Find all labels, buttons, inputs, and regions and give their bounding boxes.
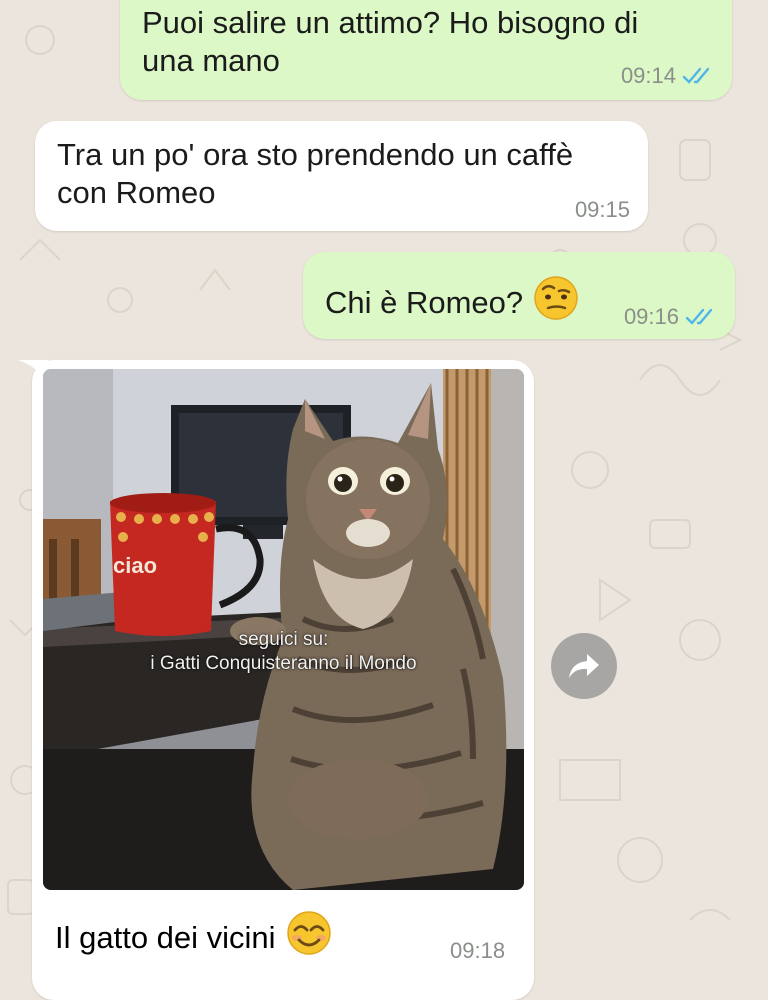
face-with-raised-eyebrow-icon (533, 275, 579, 330)
message-meta: 09:14 (621, 63, 714, 89)
message-meta: 09:16 (624, 304, 717, 330)
cat-photo[interactable]: ciao seguici su: i Gatti Conquisteranno … (43, 369, 524, 890)
message-meta: 09:15 (575, 197, 630, 223)
message-time: 09:15 (574, 197, 630, 222)
double-check-icon (685, 307, 717, 327)
message-text: Chi è Romeo? (325, 275, 579, 330)
message-bubble-incoming[interactable]: Tra un po' ora sto prendendo un caffè co… (35, 121, 648, 231)
image-caption: Il gatto dei vicini (55, 910, 332, 965)
mug-logo-text: ciao (113, 553, 157, 578)
forward-button[interactable] (551, 633, 617, 699)
double-check-icon (682, 66, 714, 86)
message-bubble-outgoing[interactable]: Puoi salire un attimo? Ho bisogno di una… (120, 0, 732, 100)
message-text: Puoi salire un attimo? Ho bisogno di una… (142, 5, 639, 78)
smiling-face-with-smiling-eyes-icon (286, 910, 332, 965)
watermark-line1: seguici su: (238, 629, 329, 650)
watermark-line2: i Gatti Conquisteranno il Mondo (150, 653, 417, 674)
forward-arrow-icon (569, 654, 599, 678)
message-time: 09:16 (623, 304, 679, 329)
message-time: 09:18 (450, 938, 506, 963)
message-bubble-outgoing[interactable]: Chi è Romeo? 09:16 (303, 252, 735, 339)
message-time: 09:14 (620, 63, 676, 88)
message-text: Tra un po' ora sto prendendo un caffè co… (57, 137, 574, 210)
